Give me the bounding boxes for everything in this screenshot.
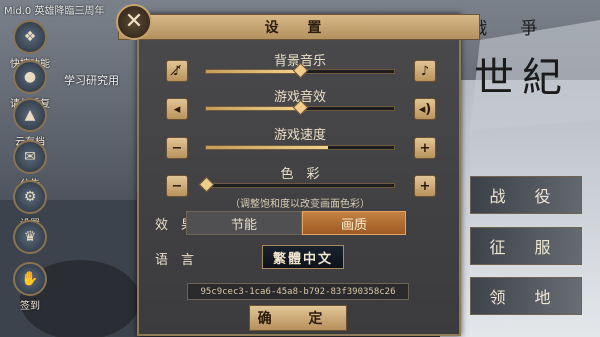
speaker-mute-icon[interactable]: ◂ (166, 98, 188, 120)
language-label: 语 言 (155, 253, 195, 268)
speed-label: 游戏速度 (273, 128, 326, 143)
bgm-slider[interactable] (205, 62, 395, 79)
confirm-button[interactable]: 确 定 (249, 305, 347, 331)
color-hint: （调整饱和度以改变画面色彩） (230, 199, 370, 210)
color-plus-button[interactable]: + (414, 175, 436, 197)
territory-button[interactable]: 领 地 (470, 277, 582, 315)
side-button-crown[interactable]: ♛ (10, 220, 50, 255)
settings-title: 设 置 (264, 20, 334, 36)
hand-icon: ✋ (13, 262, 47, 296)
speaker-icon[interactable]: ◂) (414, 98, 436, 120)
speed-plus-button[interactable]: + (414, 137, 436, 159)
settings-header: 设 置 (118, 14, 480, 40)
effect-option-quality[interactable]: 画质 (302, 211, 406, 235)
music-icon[interactable]: ♪ (414, 60, 436, 82)
device-id: 95c9cec3-1ca6-45a8-b792-83f390358c26 (187, 283, 409, 300)
color-slider[interactable] (198, 176, 395, 193)
game-title-small: 戰 爭 (470, 19, 552, 39)
speed-slider[interactable] (205, 145, 395, 150)
speed-minus-button[interactable]: − (166, 137, 188, 159)
music-mute-icon[interactable]: ♪̸ (166, 60, 188, 82)
conquest-button[interactable]: 征 服 (470, 227, 582, 265)
sfx-slider[interactable] (205, 99, 395, 116)
event-banner-text: Mid.0 英雄降臨三周年 (4, 6, 105, 17)
gift-icon: ❖ (13, 20, 47, 54)
effect-option-power-saving[interactable]: 节能 (186, 211, 302, 235)
crown-icon: ♛ (13, 220, 47, 254)
close-button[interactable]: ✕ (116, 4, 152, 40)
side-button-sign-in[interactable]: ✋ 签到 (10, 262, 50, 312)
color-minus-button[interactable]: − (166, 175, 188, 197)
side-label: 签到 (20, 301, 40, 312)
color-label: 色 彩 (280, 167, 320, 182)
language-button[interactable]: 繁體中文 (262, 245, 344, 269)
